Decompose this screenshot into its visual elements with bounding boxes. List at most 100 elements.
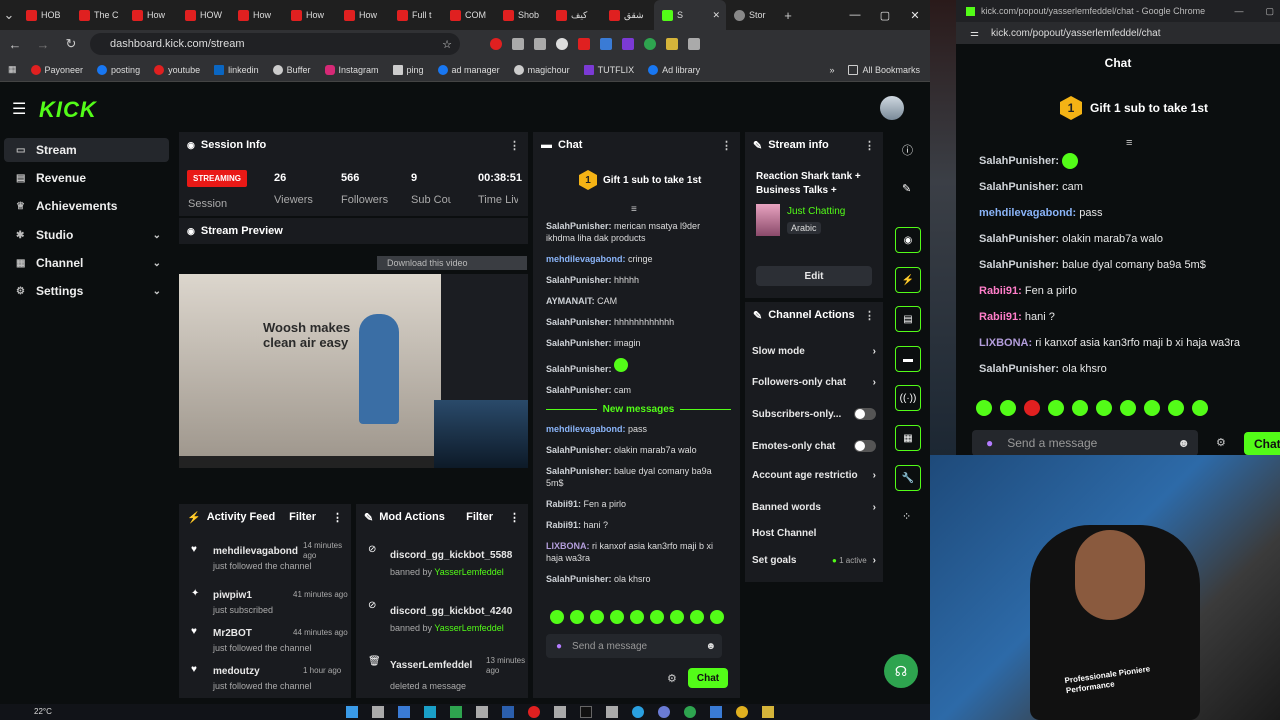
browser-tab[interactable]: COM (442, 0, 495, 30)
popout-send-button[interactable]: Chat (1244, 432, 1280, 455)
taskbar-app-icon[interactable] (580, 706, 592, 718)
weather-widget[interactable]: 22°C (34, 707, 52, 716)
taskbar-app-icon[interactable] (372, 706, 384, 718)
more-icon[interactable]: ⋮ (332, 511, 343, 524)
back-icon[interactable]: ← (6, 37, 24, 52)
puzzle-icon[interactable] (688, 38, 700, 50)
chat-username[interactable]: SalahPunisher: (979, 259, 1059, 271)
popout-gift-banner[interactable]: 1 Gift 1 sub to take 1st (1060, 96, 1208, 120)
extension-icon[interactable] (622, 38, 634, 50)
windows-start-icon[interactable] (346, 706, 358, 718)
subscribers-only-toggle[interactable] (854, 408, 876, 420)
rail-layout-button[interactable]: ▦ (895, 425, 921, 451)
channel-action-host-channel[interactable]: Host Channel (752, 528, 876, 539)
more-icon[interactable]: ⋮ (509, 511, 520, 524)
sidebar-item-channel[interactable]: ▦ Channel ⌄ (4, 251, 169, 275)
chat-username[interactable]: LIXBONA: (546, 541, 590, 551)
more-icon[interactable]: ⋮ (864, 139, 875, 152)
browser-tab[interactable]: How (336, 0, 389, 30)
taskbar-app-icon[interactable] (476, 706, 488, 718)
activity-filter-button[interactable]: Filter (289, 511, 316, 523)
more-icon[interactable]: ⋮ (509, 139, 520, 152)
chat-username[interactable]: SalahPunisher: (546, 275, 612, 285)
info-icon[interactable]: ⓘ (902, 142, 913, 158)
emote-icon[interactable] (1192, 400, 1208, 416)
emote-icon[interactable] (1096, 400, 1112, 416)
browser-tab[interactable]: Shob (495, 0, 548, 30)
chat-username[interactable]: mehdilevagabond: (979, 207, 1076, 219)
video-progress-bar[interactable] (179, 456, 441, 468)
category-name[interactable]: Just Chatting (787, 206, 845, 217)
bookmark-item[interactable]: Instagram (324, 64, 379, 75)
emote-icon[interactable] (1000, 400, 1016, 416)
minimize-icon[interactable]: — (840, 9, 870, 21)
mod-target-user[interactable]: YasserLemfeddel (390, 660, 472, 671)
channel-action-slow-mode[interactable]: Slow mode › (752, 346, 876, 357)
download-video-bar[interactable]: Download this video (377, 256, 527, 270)
emote-icon[interactable] (590, 610, 604, 624)
chat-input[interactable]: ● Send a message ☻ (546, 634, 722, 658)
emote-icon[interactable] (1144, 400, 1160, 416)
emote-icon[interactable] (650, 610, 664, 624)
browser-tab[interactable]: Full t (389, 0, 442, 30)
bookmark-item[interactable]: ping (392, 64, 424, 75)
browser-tab[interactable]: Stor (726, 0, 779, 30)
channel-action-emotes-only[interactable]: Emotes-only chat (752, 440, 876, 452)
rail-broadcast-button[interactable]: ((·)) (895, 385, 921, 411)
chat-username[interactable]: SalahPunisher: (546, 221, 612, 231)
activity-user[interactable]: piwpiw1 (213, 590, 252, 601)
microphone-icon[interactable]: ● (986, 436, 993, 450)
more-icon[interactable]: ⋮ (721, 139, 732, 152)
emoji-icon[interactable]: ☻ (705, 641, 716, 652)
emote-icon[interactable] (1072, 400, 1088, 416)
extension-icon[interactable] (534, 38, 546, 50)
extension-icon[interactable] (512, 38, 524, 50)
mod-filter-button[interactable]: Filter (466, 511, 493, 523)
rail-camera-button[interactable]: ◉ (895, 227, 921, 253)
chat-username[interactable]: SalahPunisher: (546, 466, 612, 476)
channel-action-set-goals[interactable]: Set goals ● 1 active › (752, 555, 876, 566)
microphone-icon[interactable]: ● (556, 641, 562, 652)
taskbar-app-icon[interactable] (450, 706, 462, 718)
new-tab-icon[interactable]: + (779, 8, 797, 23)
emote-icon[interactable] (550, 610, 564, 624)
chat-username[interactable]: Rabii91: (546, 520, 581, 530)
chat-username[interactable]: SalahPunisher: (546, 574, 612, 584)
bookmark-item[interactable]: magichour (513, 64, 570, 75)
taskbar-app-icon[interactable] (658, 706, 670, 718)
bookmark-item[interactable]: youtube (154, 64, 200, 75)
chat-username[interactable]: SalahPunisher: (979, 233, 1059, 245)
gift-banner[interactable]: 1 Gift 1 sub to take 1st (579, 170, 701, 190)
chat-settings-icon[interactable]: ⚙ (667, 672, 677, 685)
taskbar-app-icon[interactable] (398, 706, 410, 718)
chat-send-button[interactable]: Chat (688, 668, 728, 688)
mod-target-user[interactable]: discord_gg_kickbot_5588 (390, 550, 525, 561)
extension-icon[interactable] (644, 38, 656, 50)
chat-username[interactable]: Rabii91: (979, 311, 1022, 323)
emote-icon[interactable] (1120, 400, 1136, 416)
browser-tab[interactable]: How (230, 0, 283, 30)
mod-target-user[interactable]: discord_gg_kickbot_4240 (390, 606, 525, 617)
extension-icon[interactable] (666, 38, 678, 50)
chat-username[interactable]: SalahPunisher: (546, 364, 612, 374)
extension-icon[interactable] (578, 38, 590, 50)
taskbar-app-icon[interactable] (554, 706, 566, 718)
activity-user[interactable]: mehdilevagabond (213, 546, 298, 557)
chat-username[interactable]: SalahPunisher: (546, 317, 612, 327)
sidebar-item-achievements[interactable]: ♕ Achievements (4, 194, 169, 218)
bookmark-item[interactable]: Buffer (272, 64, 311, 75)
emote-icon[interactable] (570, 610, 584, 624)
hamburger-menu-icon[interactable]: ☰ (12, 99, 26, 119)
taskbar-app-icon[interactable] (684, 706, 696, 718)
browser-tab[interactable]: كيف (548, 0, 601, 30)
bookmark-item[interactable]: Ad library (648, 64, 700, 75)
taskbar-app-icon[interactable] (606, 706, 618, 718)
bookmark-item[interactable]: Payoneer (30, 64, 83, 75)
all-bookmarks[interactable]: All Bookmarks (848, 64, 920, 75)
emote-icon[interactable] (1048, 400, 1064, 416)
emote-icon[interactable] (710, 610, 724, 624)
chat-username[interactable]: AYMANAIT: (546, 296, 595, 306)
rail-chat-button[interactable]: ▬ (895, 346, 921, 372)
activity-user[interactable]: Mr2BOT (213, 628, 252, 639)
extension-icon[interactable] (556, 38, 568, 50)
